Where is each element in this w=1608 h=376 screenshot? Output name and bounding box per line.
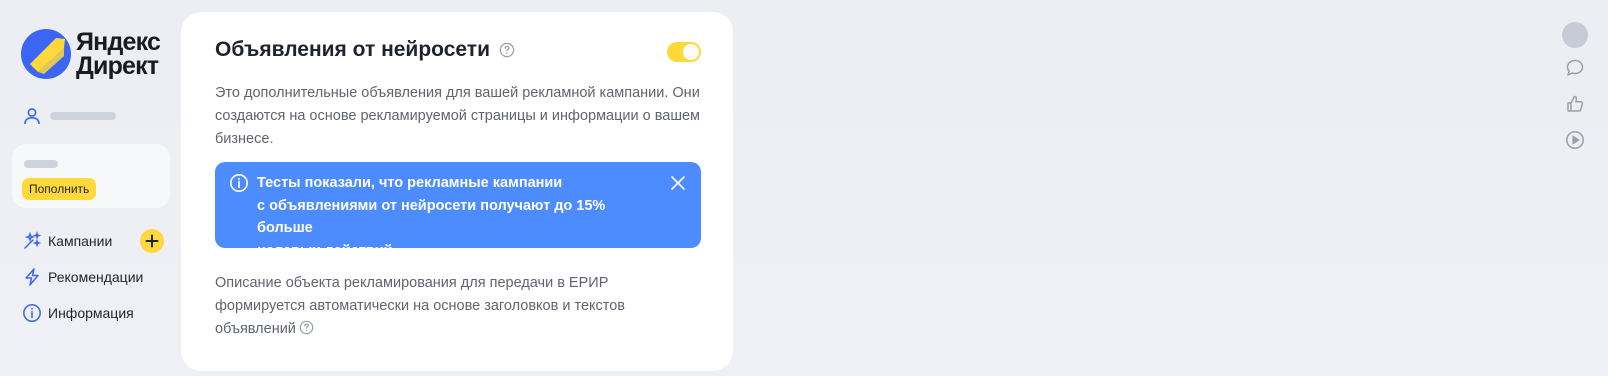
add-campaign-button[interactable]	[140, 229, 164, 253]
user-account[interactable]	[22, 106, 116, 126]
user-icon	[24, 108, 40, 125]
plus-icon	[145, 234, 159, 248]
balance-placeholder	[24, 160, 58, 168]
chat-icon[interactable]	[1565, 58, 1585, 78]
sidebar-item-label: Кампании	[48, 233, 113, 249]
toggle-knob	[683, 44, 699, 60]
info-banner: Тесты показали, что рекламные кампании с…	[215, 162, 701, 259]
info-icon	[230, 174, 248, 192]
banner-line-1: Тесты показали, что рекламные кампании	[257, 175, 563, 191]
yandex-direct-logo-icon	[21, 29, 71, 79]
sidebar-item-label: Информация	[48, 305, 134, 321]
erir-line-3-wrap: объявлений	[215, 318, 705, 341]
help-icon[interactable]	[299, 320, 314, 335]
card-title: Объявления от нейросети	[215, 38, 490, 61]
close-icon[interactable]	[669, 174, 687, 192]
logo-line-1: Яндекс	[76, 28, 161, 56]
sidebar-item-recommendations[interactable]: Рекомендации	[22, 259, 172, 295]
erir-line-3: объявлений	[215, 321, 296, 337]
sidebar-nav: Кампании Рекомендации Информация	[22, 223, 172, 331]
logo-text: Яндекс Директ	[76, 28, 161, 80]
thumbs-up-icon[interactable]	[1565, 94, 1585, 114]
avatar[interactable]	[1562, 22, 1588, 48]
erir-line-2: формируется автоматически на основе заго…	[215, 298, 626, 314]
banner-line-3: целевых действий	[257, 242, 393, 259]
balance-card: Пополнить	[12, 144, 170, 208]
neural-ads-card: Объявления от нейросети Это дополнительн…	[181, 12, 733, 371]
lightning-icon	[25, 268, 39, 286]
sidebar-item-label: Рекомендации	[48, 269, 144, 285]
help-icon[interactable]	[499, 42, 515, 58]
topup-button[interactable]: Пополнить	[22, 178, 97, 200]
card-description: Это дополнительные объявления для вашей …	[215, 85, 700, 147]
card-header: Объявления от нейросети	[215, 38, 701, 68]
logo[interactable]: Яндекс Директ	[20, 28, 161, 80]
page: Яндекс Директ Пополнить Кампании Рекомен…	[0, 0, 1608, 376]
banner-text: Тесты показали, что рекламные кампании с…	[257, 172, 657, 262]
info-icon	[23, 304, 41, 322]
logo-line-2: Директ	[76, 52, 159, 80]
sidebar: Яндекс Директ Пополнить Кампании Рекомен…	[0, 0, 180, 376]
user-name-placeholder	[50, 112, 116, 120]
magic-wand-icon	[24, 231, 42, 249]
neural-ads-toggle[interactable]	[667, 42, 701, 62]
erir-line-1: Описание объекта рекламирования для пере…	[215, 275, 609, 291]
sidebar-item-information[interactable]: Информация	[22, 295, 172, 331]
sidebar-item-campaigns[interactable]: Кампании	[22, 223, 172, 259]
banner-line-2: с объявлениями от нейросети получают до …	[257, 197, 606, 237]
play-icon[interactable]	[1565, 130, 1585, 150]
erir-note: Описание объекта рекламирования для пере…	[215, 272, 705, 341]
